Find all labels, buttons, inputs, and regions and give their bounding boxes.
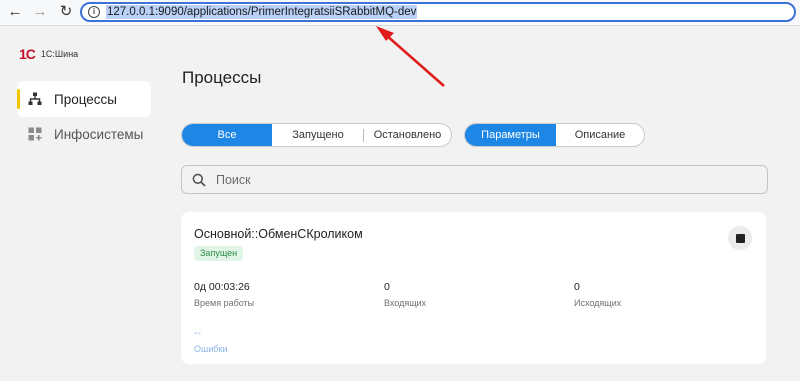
metric-outgoing: 0 Исходящих xyxy=(574,281,621,308)
metric-value: 0 xyxy=(574,281,580,293)
stop-icon xyxy=(735,233,745,243)
metric-label[interactable]: Ошибки xyxy=(194,344,227,354)
metric-value: 0д 00:03:26 xyxy=(194,281,250,293)
logo-name: 1С:Шина xyxy=(40,49,79,59)
metric-label: Исходящих xyxy=(574,298,622,308)
sidebar-item-infosystems[interactable]: Инфосистемы xyxy=(17,116,151,152)
search-input[interactable] xyxy=(216,171,736,189)
url-text[interactable]: 127.0.0.1:9090/applications/PrimerIntegr… xyxy=(106,5,418,19)
info-icon[interactable]: i xyxy=(88,6,100,18)
process-card[interactable]: Основной::ОбменСКроликом Запущен 0д 00:0… xyxy=(181,212,766,364)
tab-running-label: Запущено xyxy=(292,129,344,141)
status-badge: Запущен xyxy=(194,246,244,261)
sidebar-item-label: Процессы xyxy=(54,91,118,107)
metric-value[interactable]: -- xyxy=(194,327,227,339)
forward-arrow-icon[interactable]: → xyxy=(31,3,49,21)
back-arrow-icon[interactable]: ← xyxy=(6,3,24,21)
search-box[interactable] xyxy=(181,165,768,194)
reload-icon[interactable]: ↻ xyxy=(57,3,75,21)
grid-plus-icon xyxy=(28,127,42,141)
tab-running[interactable]: Запущено xyxy=(272,124,364,146)
stop-button[interactable] xyxy=(728,226,752,250)
browser-toolbar: ← → ↻ i 127.0.0.1:9090/applications/Prim… xyxy=(0,0,800,26)
metric-label: Входящих xyxy=(384,298,427,308)
metric-uptime: 0д 00:03:26 Время работы xyxy=(194,281,254,308)
sidebar-item-label: Инфосистемы xyxy=(54,126,144,142)
metric-incoming: 0 Входящих xyxy=(384,281,426,308)
sidebar-item-processes[interactable]: Процессы xyxy=(17,81,151,117)
metric-value: 0 xyxy=(384,281,390,293)
tab-description[interactable]: Описание xyxy=(556,124,644,146)
view-tabs: Параметры Описание xyxy=(464,123,645,147)
tab-all[interactable]: Все xyxy=(182,124,272,146)
address-bar[interactable]: i 127.0.0.1:9090/applications/PrimerInte… xyxy=(80,2,796,22)
tab-parameters[interactable]: Параметры xyxy=(465,124,556,146)
logo-mark: 1С xyxy=(19,46,36,62)
app-logo: 1С 1С:Шина xyxy=(19,44,78,64)
process-title[interactable]: Основной::ОбменСКроликом xyxy=(194,227,363,241)
metric-label: Время работы xyxy=(194,298,255,308)
status-filter-tabs: Все Запущено Остановлено xyxy=(181,123,452,147)
hierarchy-icon xyxy=(28,92,42,106)
page-title: Процессы xyxy=(182,68,262,87)
metric-errors[interactable]: -- Ошибки xyxy=(194,327,227,354)
search-icon xyxy=(192,173,206,187)
tab-stopped[interactable]: Остановлено xyxy=(364,124,451,146)
